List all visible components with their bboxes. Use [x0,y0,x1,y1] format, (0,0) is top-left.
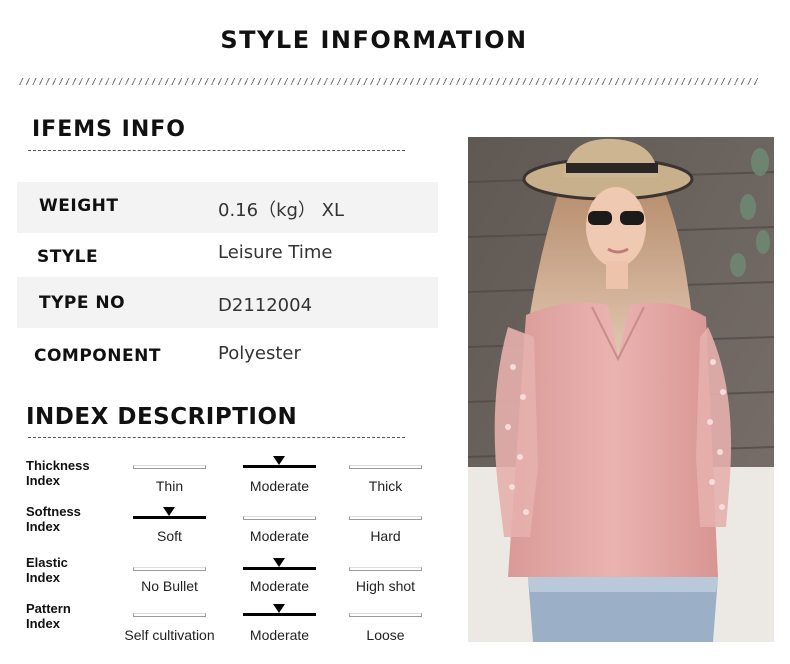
info-row-component: COMPONENT Polyester [17,330,438,381]
index-bar [349,516,422,520]
option-label: Thick [368,478,403,494]
slash-divider [19,78,760,85]
selected-marker-icon [273,558,285,567]
index-bar [133,465,206,469]
info-value: D2112004 [218,295,313,316]
items-info-heading: IFEMS INFO [32,117,186,142]
selected-marker-icon [163,507,175,516]
index-label-elastic: Elastic Index [26,555,68,585]
section-divider [28,437,405,438]
section-divider [28,150,405,151]
info-row-type-no: TYPE NO D2112004 [17,277,438,328]
index-bar [243,465,316,468]
info-value: 0.16（kg） XL [218,200,345,221]
index-bar [349,567,422,571]
info-value: Leisure Time [218,242,333,263]
info-key: TYPE NO [39,293,126,313]
info-key: WEIGHT [39,196,119,216]
info-value: Polyester [218,343,301,364]
info-key: STYLE [37,247,99,267]
index-bar [243,613,316,616]
option-label: Loose [366,627,405,643]
index-label-thickness: Thickness Index [26,458,90,488]
option-label: High shot [355,578,416,594]
page-title: STYLE INFORMATION [220,26,528,54]
index-bar [133,567,206,571]
index-bar [133,613,206,617]
product-photo [468,137,774,642]
index-bar [349,613,422,617]
info-row-weight: WEIGHT 0.16（kg） XL [17,182,438,233]
index-bar [243,567,316,570]
info-key: COMPONENT [34,346,161,366]
index-label-pattern: Pattern Index [26,601,71,631]
option-label: Hard [370,528,401,544]
index-bar [243,516,316,520]
selected-marker-icon [273,604,285,613]
index-bar [133,516,206,519]
index-description-heading: INDEX DESCRIPTION [26,404,298,430]
index-bar [349,465,422,469]
selected-marker-icon [273,456,285,465]
index-label-softness: Softness Index [26,504,81,534]
